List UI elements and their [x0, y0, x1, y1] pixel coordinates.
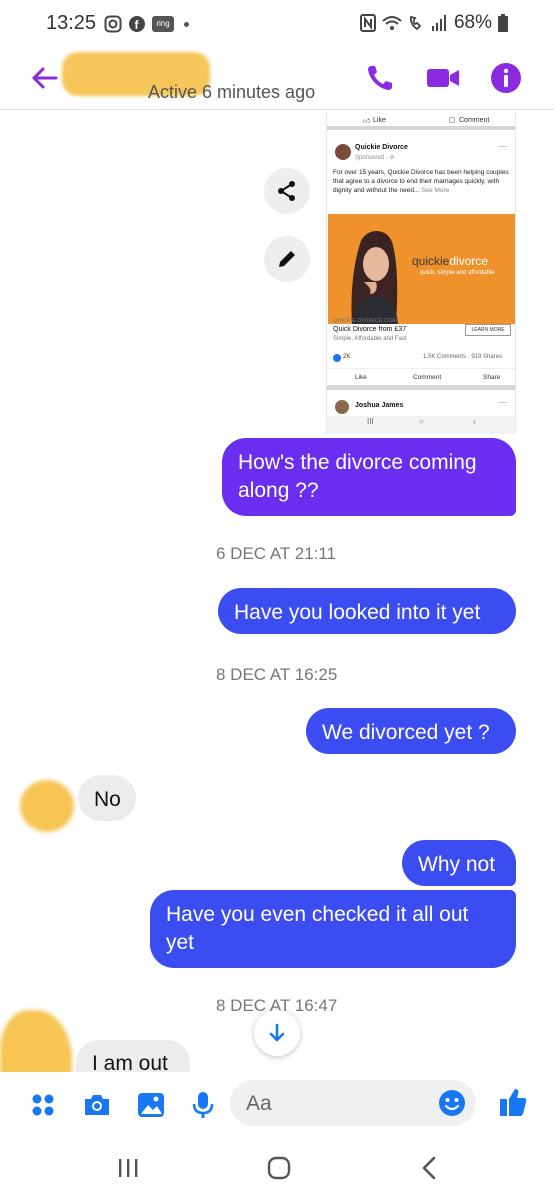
page-name: Quickie Divorce	[355, 144, 408, 151]
signal-icon	[431, 15, 446, 31]
message-bubble-received[interactable]: No	[78, 775, 136, 821]
top-like-label: Like	[373, 116, 386, 124]
camera-icon[interactable]	[82, 1090, 112, 1120]
ad-brand: quickiedivorce	[412, 254, 488, 268]
timestamp: 8 DEC AT 16:25	[216, 665, 338, 684]
status-time: 13:25	[46, 12, 97, 34]
post-more: ···	[499, 142, 507, 151]
next-author-more: ···	[499, 398, 507, 407]
message-text: I am out	[92, 1052, 168, 1074]
message-text: Have you looked into it yet	[234, 601, 481, 624]
redacted-avatar	[20, 780, 74, 832]
mini-home-icon: ○	[419, 417, 424, 426]
message-bubble-sent[interactable]: Why not	[402, 840, 516, 886]
facebook-icon: f	[129, 16, 145, 32]
comment-action[interactable]: Comment	[413, 374, 441, 381]
message-text: No	[94, 788, 121, 811]
system-nav-bar	[0, 1136, 554, 1200]
instagram-icon	[104, 15, 122, 33]
mini-back-icon: ‹	[473, 417, 476, 426]
timestamp: 6 DEC AT 21:11	[216, 544, 337, 563]
message-input[interactable]: Aa	[230, 1080, 476, 1126]
wifi-calling-icon	[409, 15, 422, 31]
learn-more-button[interactable]: LEARN MORE	[465, 324, 511, 336]
scroll-to-bottom-button[interactable]	[254, 1010, 300, 1056]
message-bubble-sent[interactable]: Have you even checked it all out yet	[150, 890, 516, 968]
battery-icon	[498, 14, 508, 32]
info-icon[interactable]	[490, 62, 522, 94]
back-arrow-icon[interactable]	[28, 62, 60, 94]
video-call-icon[interactable]	[426, 62, 460, 94]
message-text: How's the divorce coming along ??	[238, 451, 477, 502]
ad-tagline: quick, simple and affordable	[420, 270, 495, 276]
ring-app-icon: ring	[152, 16, 174, 32]
thumbs-up-icon[interactable]	[498, 1086, 528, 1118]
home-icon[interactable]	[263, 1152, 295, 1184]
message-bubble-sent[interactable]: We divorced yet ?	[306, 708, 516, 754]
message-bubble-received[interactable]: I am out	[76, 1040, 190, 1074]
arrow-down-icon	[269, 1023, 285, 1042]
message-bubble-sent[interactable]: How's the divorce coming along ??	[222, 438, 516, 516]
share-icon	[278, 181, 295, 201]
ad-domain: QUICKIE-DIVORCE.COM	[333, 318, 397, 324]
phone-call-icon[interactable]	[364, 62, 396, 94]
message-text: Why not	[418, 853, 496, 876]
message-text: Have you even checked it all out yet	[166, 903, 469, 954]
edit-button[interactable]	[264, 236, 310, 282]
nfc-icon	[359, 14, 376, 32]
next-author-name: Joshua James	[355, 402, 404, 409]
ad-image: quickiedivorce quick, simple and afforda…	[328, 214, 515, 324]
like-action[interactable]: Like	[355, 374, 367, 381]
emoji-icon[interactable]	[438, 1089, 466, 1117]
battery-percent: 68%	[453, 12, 492, 33]
active-status: Active 6 minutes ago	[148, 82, 316, 102]
shared-facebook-post[interactable]: 👍︎ Like ▢ Comment Quickie Divorce Sponso…	[326, 112, 516, 434]
ad-headline: Quick Divorce from £37	[333, 326, 407, 333]
comment-icon: ▢	[449, 117, 456, 124]
wifi-icon	[382, 16, 402, 30]
share-action[interactable]: Share	[483, 374, 500, 381]
message-text: We divorced yet ?	[322, 721, 490, 744]
woman-photo	[351, 230, 398, 324]
top-comment-label: Comment	[459, 116, 490, 124]
message-composer: Aa	[0, 1072, 554, 1136]
back-icon[interactable]	[414, 1152, 446, 1184]
like-icon: 👍︎	[363, 117, 371, 125]
share-button[interactable]	[264, 168, 310, 214]
gallery-icon[interactable]	[136, 1090, 166, 1120]
mini-recents-icon: III	[367, 417, 374, 426]
chat-header: Active 6 minutes ago	[0, 48, 554, 110]
page-avatar	[335, 144, 351, 160]
brand-part1: quickie	[412, 254, 450, 268]
notification-dot	[184, 22, 189, 27]
microphone-icon[interactable]	[188, 1090, 218, 1120]
engagement-counts: 1.5K Comments · 919 Shares	[423, 354, 503, 360]
message-input-placeholder: Aa	[246, 1092, 272, 1115]
next-author-avatar	[335, 400, 349, 414]
more-actions-icon[interactable]	[28, 1090, 58, 1120]
post-top-actions: 👍︎ Like ▢ Comment	[327, 116, 515, 130]
reaction-icon	[333, 354, 341, 362]
recents-icon[interactable]	[112, 1152, 144, 1184]
ad-subline: Simple, Affordable and Fast	[333, 336, 407, 342]
pencil-icon	[279, 251, 295, 267]
reaction-count: 2K	[343, 354, 351, 360]
status-bar: 13:25 f ring 68%	[0, 0, 554, 48]
status-right: 68%	[359, 12, 508, 34]
brand-part2: divorce	[449, 254, 489, 268]
sponsored-label: Sponsored · ⊘	[355, 155, 395, 161]
see-more-link[interactable]: See More	[421, 187, 449, 194]
post-body: For over 15 years, Quickie Divorce has b…	[333, 168, 509, 195]
message-bubble-sent[interactable]: Have you looked into it yet	[218, 588, 516, 634]
